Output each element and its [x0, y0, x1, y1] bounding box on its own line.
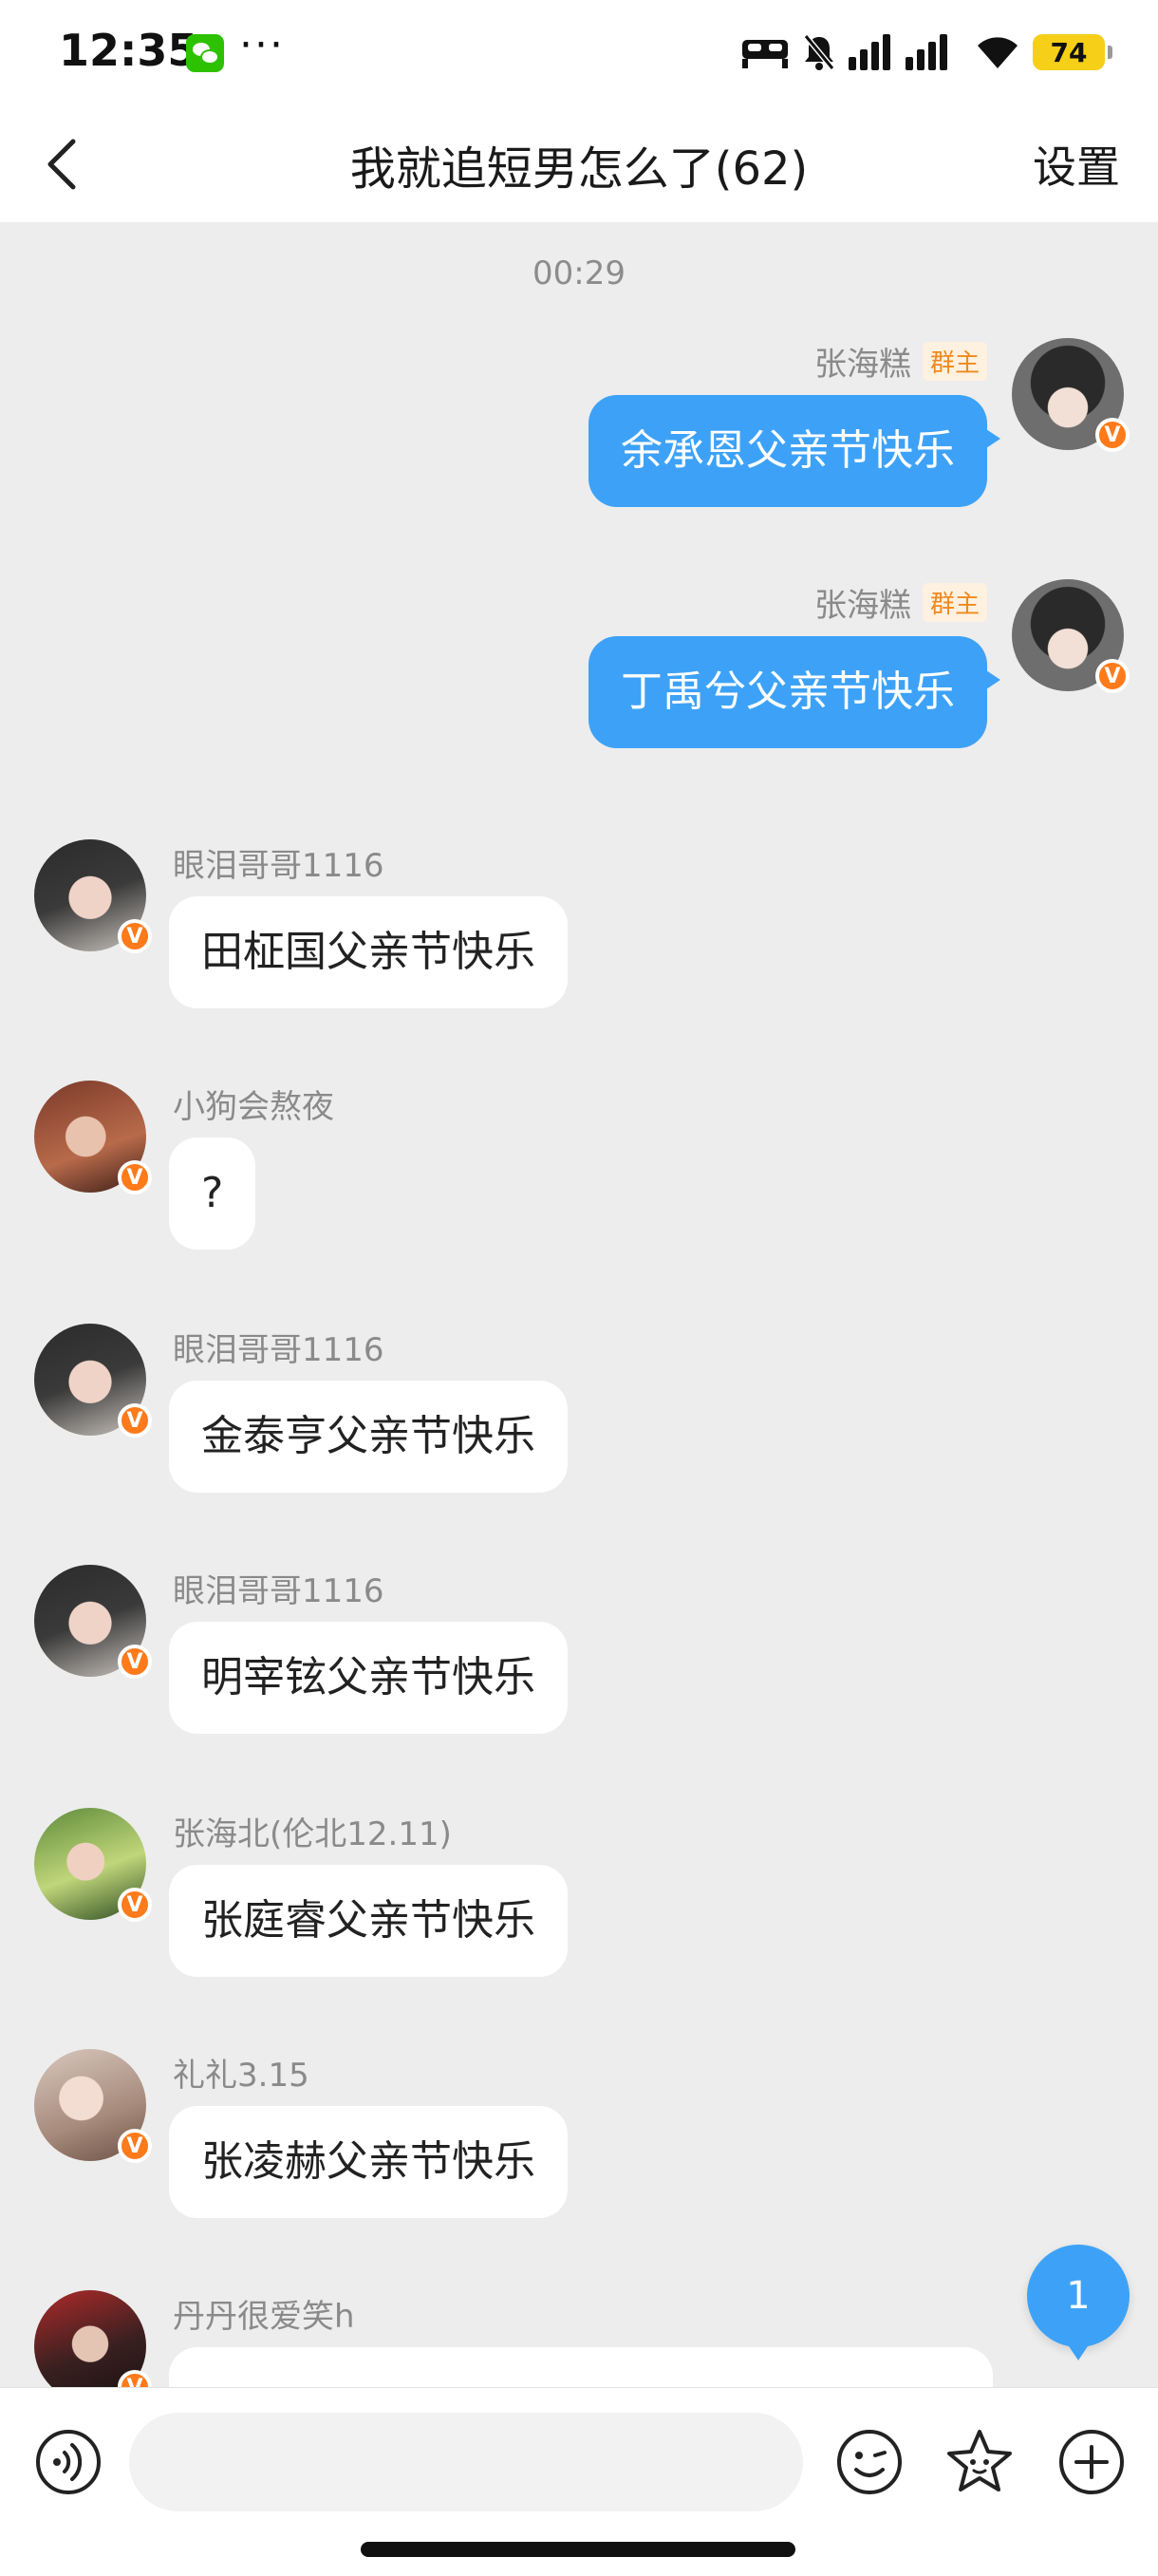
more-actions-button[interactable] — [1055, 2426, 1128, 2498]
message-bubble[interactable]: 余承恩父亲节快乐 — [588, 395, 1000, 507]
verified-badge-icon: V — [118, 919, 152, 953]
chat-header: 我就追短男怎么了(62) 设置 — [0, 106, 1158, 222]
sender-name: 小狗会熬夜 — [173, 1088, 334, 1126]
message-bubble[interactable]: 张庭睿父亲节快乐 — [169, 1865, 568, 1977]
chat-message-list[interactable]: 00:29 V 张海糕 群主 余承恩父亲节快乐 V 张海糕 群主 丁禹兮父亲节快… — [0, 222, 1158, 2387]
message-bubble[interactable]: 明宰铉父亲节快乐 — [169, 1622, 568, 1734]
verified-badge-icon: V — [118, 1645, 152, 1679]
mute-bell-icon — [803, 33, 835, 71]
avatar[interactable]: V — [34, 1565, 152, 1679]
sticker-star-icon — [947, 2430, 1012, 2491]
verified-badge-icon: V — [118, 2370, 152, 2387]
message-bubble[interactable]: 金泰亨父亲节快乐 — [169, 1381, 568, 1493]
message-bubble[interactable]: 田柾国父亲节快乐 — [169, 896, 568, 1008]
verified-badge-icon: V — [118, 1403, 152, 1438]
home-indicator[interactable] — [361, 2542, 795, 2557]
group-title: 我就追短男怎么了(62) — [349, 142, 809, 196]
avatar[interactable]: V — [1012, 579, 1130, 693]
sender-name: 眼泪哥哥1116 — [173, 1572, 384, 1610]
message-input-bar — [0, 2387, 1158, 2576]
sleep-mode-icon — [740, 34, 790, 70]
emoji-button[interactable] — [833, 2426, 906, 2498]
chevron-left-icon — [47, 139, 76, 190]
status-bar: 12:35 ··· 74 — [0, 0, 1158, 106]
message-text-input[interactable] — [129, 2413, 803, 2511]
avatar[interactable]: V — [34, 2049, 152, 2163]
verified-badge-icon: V — [1095, 659, 1130, 693]
sender-info: 张海糕 群主 — [814, 579, 987, 626]
verified-badge-icon: V — [1095, 418, 1130, 452]
message-timestamp: 00:29 — [532, 254, 626, 292]
sticker-button[interactable] — [943, 2426, 1016, 2498]
more-notifications-icon: ··· — [239, 21, 285, 69]
unread-count-button[interactable]: 1 — [1027, 2245, 1130, 2360]
status-time: 12:35 — [59, 25, 198, 76]
voice-input-button[interactable] — [32, 2426, 104, 2498]
settings-button[interactable]: 设置 — [1033, 133, 1120, 196]
message-bubble[interactable]: 张凌赫父亲节快乐 — [169, 2106, 568, 2218]
emoji-icon — [837, 2430, 902, 2494]
sender-name: 礼礼3.15 — [173, 2057, 309, 2095]
cellular-signal-icon — [849, 34, 962, 70]
avatar[interactable]: V — [34, 1081, 152, 1194]
avatar[interactable]: V — [34, 2290, 152, 2387]
verified-badge-icon: V — [118, 1160, 152, 1194]
verified-badge-icon: V — [118, 2129, 152, 2163]
sender-name: 张海糕 — [813, 346, 911, 384]
back-button[interactable] — [28, 129, 95, 199]
owner-badge: 群主 — [922, 583, 987, 622]
verified-badge-icon: V — [118, 1888, 152, 1922]
avatar[interactable]: V — [34, 839, 152, 953]
sender-name: 眼泪哥哥1116 — [173, 1331, 384, 1369]
wifi-icon — [976, 34, 1019, 70]
sender-info: 张海糕 群主 — [814, 338, 987, 385]
sender-name: 张海北(伦北12.11) — [173, 1815, 452, 1853]
battery-indicator: 74 — [1033, 34, 1112, 70]
avatar[interactable]: V — [34, 1808, 152, 1922]
message-bubble[interactable] — [169, 2347, 993, 2387]
avatar[interactable]: V — [34, 1324, 152, 1438]
voice-icon — [36, 2430, 101, 2494]
message-bubble[interactable]: 丁禹兮父亲节快乐 — [588, 636, 1000, 748]
message-bubble[interactable]: ? — [169, 1138, 256, 1250]
owner-badge: 群主 — [922, 342, 987, 381]
sender-name: 张海糕 — [813, 587, 911, 625]
status-icons: 74 — [740, 28, 1112, 76]
sender-name: 眼泪哥哥1116 — [173, 847, 384, 885]
plus-icon — [1059, 2430, 1124, 2494]
sender-name: 丹丹很爱笑h — [173, 2298, 355, 2336]
avatar[interactable]: V — [1012, 338, 1130, 452]
wechat-notification-icon — [186, 34, 224, 72]
